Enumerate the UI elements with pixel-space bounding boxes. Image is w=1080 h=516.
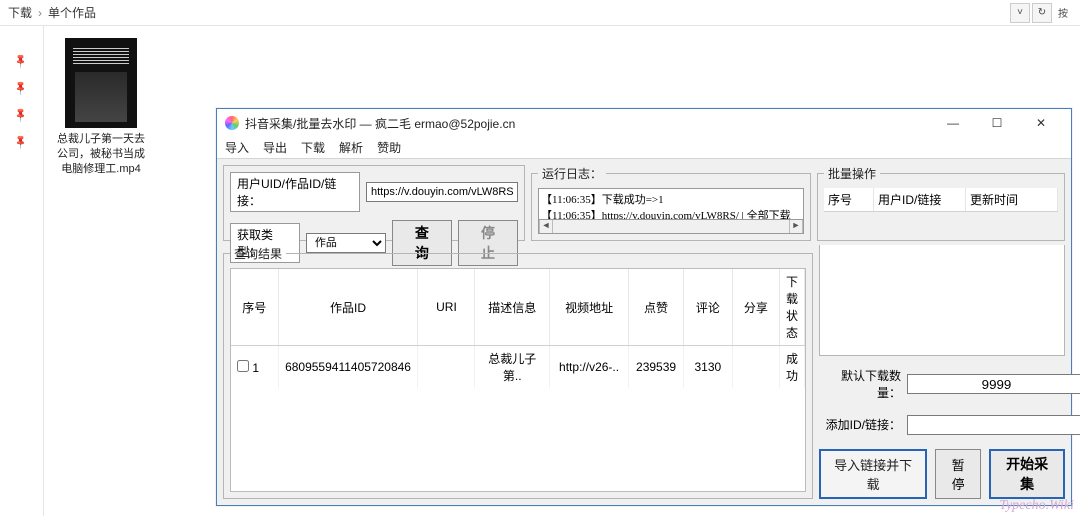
- window-title: 抖音采集/批量去水印 — 疯二毛 ermao@52pojie.cn: [245, 115, 931, 132]
- th-seq[interactable]: 序号: [231, 269, 278, 346]
- dropdown-icon[interactable]: ˅: [1010, 3, 1030, 23]
- menu-export[interactable]: 导出: [263, 139, 287, 156]
- th-desc[interactable]: 描述信息: [475, 269, 550, 346]
- start-collect-button[interactable]: 开始采集: [989, 449, 1065, 499]
- cell-like: 239539: [629, 346, 684, 389]
- col-id[interactable]: 用户ID/链接: [874, 188, 966, 211]
- video-thumbnail: [65, 38, 137, 128]
- titlebar[interactable]: 抖音采集/批量去水印 — 疯二毛 ermao@52pojie.cn ― ☐ ✕: [217, 109, 1071, 137]
- th-uri[interactable]: URI: [418, 269, 475, 346]
- menu-donate[interactable]: 赞助: [377, 139, 401, 156]
- log-box[interactable]: 【11:06:35】下载成功=>1 【11:06:35】https://v.do…: [538, 188, 804, 220]
- pause-button[interactable]: 暂停: [935, 449, 981, 499]
- results-group: 查询结果 序号 作品ID URI 描述信息 视频地址 点赞 评论 分享 下载状态: [223, 245, 813, 499]
- cell-status: 成功: [779, 346, 804, 389]
- breadcrumb: 下载 › 单个作品 ˅ ↻ 按: [0, 0, 1080, 26]
- refresh-icon[interactable]: ↻: [1032, 3, 1052, 23]
- results-table[interactable]: 序号 作品ID URI 描述信息 视频地址 点赞 评论 分享 下载状态 1: [230, 268, 806, 492]
- col-time[interactable]: 更新时间: [966, 188, 1058, 211]
- log-group: 运行日志： 【11:06:35】下载成功=>1 【11:06:35】https:…: [531, 165, 811, 241]
- default-count-label: 默认下载数量：: [819, 367, 901, 401]
- th-like[interactable]: 点赞: [629, 269, 684, 346]
- crumb-b[interactable]: 单个作品: [48, 4, 96, 21]
- url-input[interactable]: [366, 182, 518, 202]
- cell-id: 6809559411405720846: [278, 346, 418, 389]
- import-download-button[interactable]: 导入链接并下载: [819, 449, 927, 499]
- maximize-button[interactable]: ☐: [975, 109, 1019, 137]
- file-name: 总裁儿子第一天去公司，被秘书当成电脑修理工.mp4: [56, 132, 146, 177]
- app-icon: [225, 116, 239, 130]
- crumb-sep: ›: [38, 6, 42, 20]
- crumb-a[interactable]: 下载: [8, 4, 32, 21]
- cell-comment: 3130: [683, 346, 732, 389]
- minimize-button[interactable]: ―: [931, 109, 975, 137]
- pin-icon[interactable]: 📌: [13, 80, 30, 97]
- row-checkbox[interactable]: [237, 360, 249, 372]
- th-comment[interactable]: 评论: [683, 269, 732, 346]
- menubar: 导入 导出 下载 解析 赞助: [217, 137, 1071, 159]
- cell-desc: 总裁儿子第..: [475, 346, 550, 389]
- batch-controls: 默认下载数量： 从文件导入 添加ID/链接： 添加 导入链接并下载 暂停 开始采…: [819, 245, 1065, 499]
- th-status[interactable]: 下载状态: [779, 269, 804, 346]
- input-group: 用户UID/作品ID/链接： 获取类型： 作品 查询 停止: [223, 165, 525, 241]
- th-share[interactable]: 分享: [732, 269, 779, 346]
- cell-share: [732, 346, 779, 389]
- log-line: 【11:06:35】下载成功=>1: [541, 191, 801, 207]
- batch-header: 序号 用户ID/链接 更新时间: [824, 188, 1058, 212]
- th-video[interactable]: 视频地址: [549, 269, 628, 346]
- file-item[interactable]: 总裁儿子第一天去公司，被秘书当成电脑修理工.mp4: [56, 38, 146, 177]
- batch-body[interactable]: [819, 245, 1065, 356]
- log-line: 【11:06:35】https://v.douyin.com/vLW8RS/ |…: [541, 207, 801, 220]
- add-id-input[interactable]: [907, 415, 1080, 435]
- close-button[interactable]: ✕: [1019, 109, 1063, 137]
- pin-icon[interactable]: 📌: [13, 107, 30, 124]
- table-row[interactable]: 1 6809559411405720846 总裁儿子第.. http://v26…: [231, 346, 805, 389]
- app-window: 抖音采集/批量去水印 — 疯二毛 ermao@52pojie.cn ― ☐ ✕ …: [216, 108, 1072, 506]
- pin-sidebar: 📌 📌 📌 📌: [0, 26, 44, 516]
- log-scrollbar[interactable]: ◄►: [538, 220, 804, 234]
- add-id-label: 添加ID/链接：: [819, 416, 901, 433]
- btn-right[interactable]: 按: [1054, 3, 1072, 23]
- col-seq[interactable]: 序号: [824, 188, 874, 211]
- cell-video: http://v26-..: [549, 346, 628, 389]
- log-legend: 运行日志：: [538, 165, 606, 182]
- pin-icon[interactable]: 📌: [13, 134, 30, 151]
- results-legend: 查询结果: [230, 245, 286, 262]
- menu-parse[interactable]: 解析: [339, 139, 363, 156]
- menu-import[interactable]: 导入: [225, 139, 249, 156]
- uid-label: 用户UID/作品ID/链接：: [230, 172, 360, 212]
- default-count-input[interactable]: [907, 374, 1080, 394]
- batch-group-top: 批量操作 序号 用户ID/链接 更新时间: [817, 165, 1065, 241]
- cell-uri: [418, 346, 475, 389]
- menu-download[interactable]: 下载: [301, 139, 325, 156]
- batch-legend: 批量操作: [824, 165, 880, 182]
- th-id[interactable]: 作品ID: [278, 269, 418, 346]
- pin-icon[interactable]: 📌: [13, 53, 30, 70]
